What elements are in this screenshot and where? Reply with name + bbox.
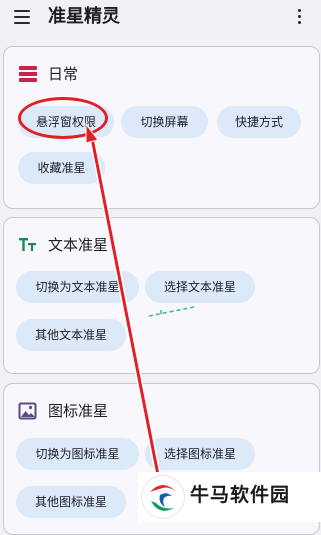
watermark-text: 牛马软件园 (190, 484, 291, 506)
pointer-arrow-icon (85, 122, 195, 483)
watermark: 牛马软件园 (138, 472, 321, 522)
brand-logo-icon (142, 476, 184, 518)
